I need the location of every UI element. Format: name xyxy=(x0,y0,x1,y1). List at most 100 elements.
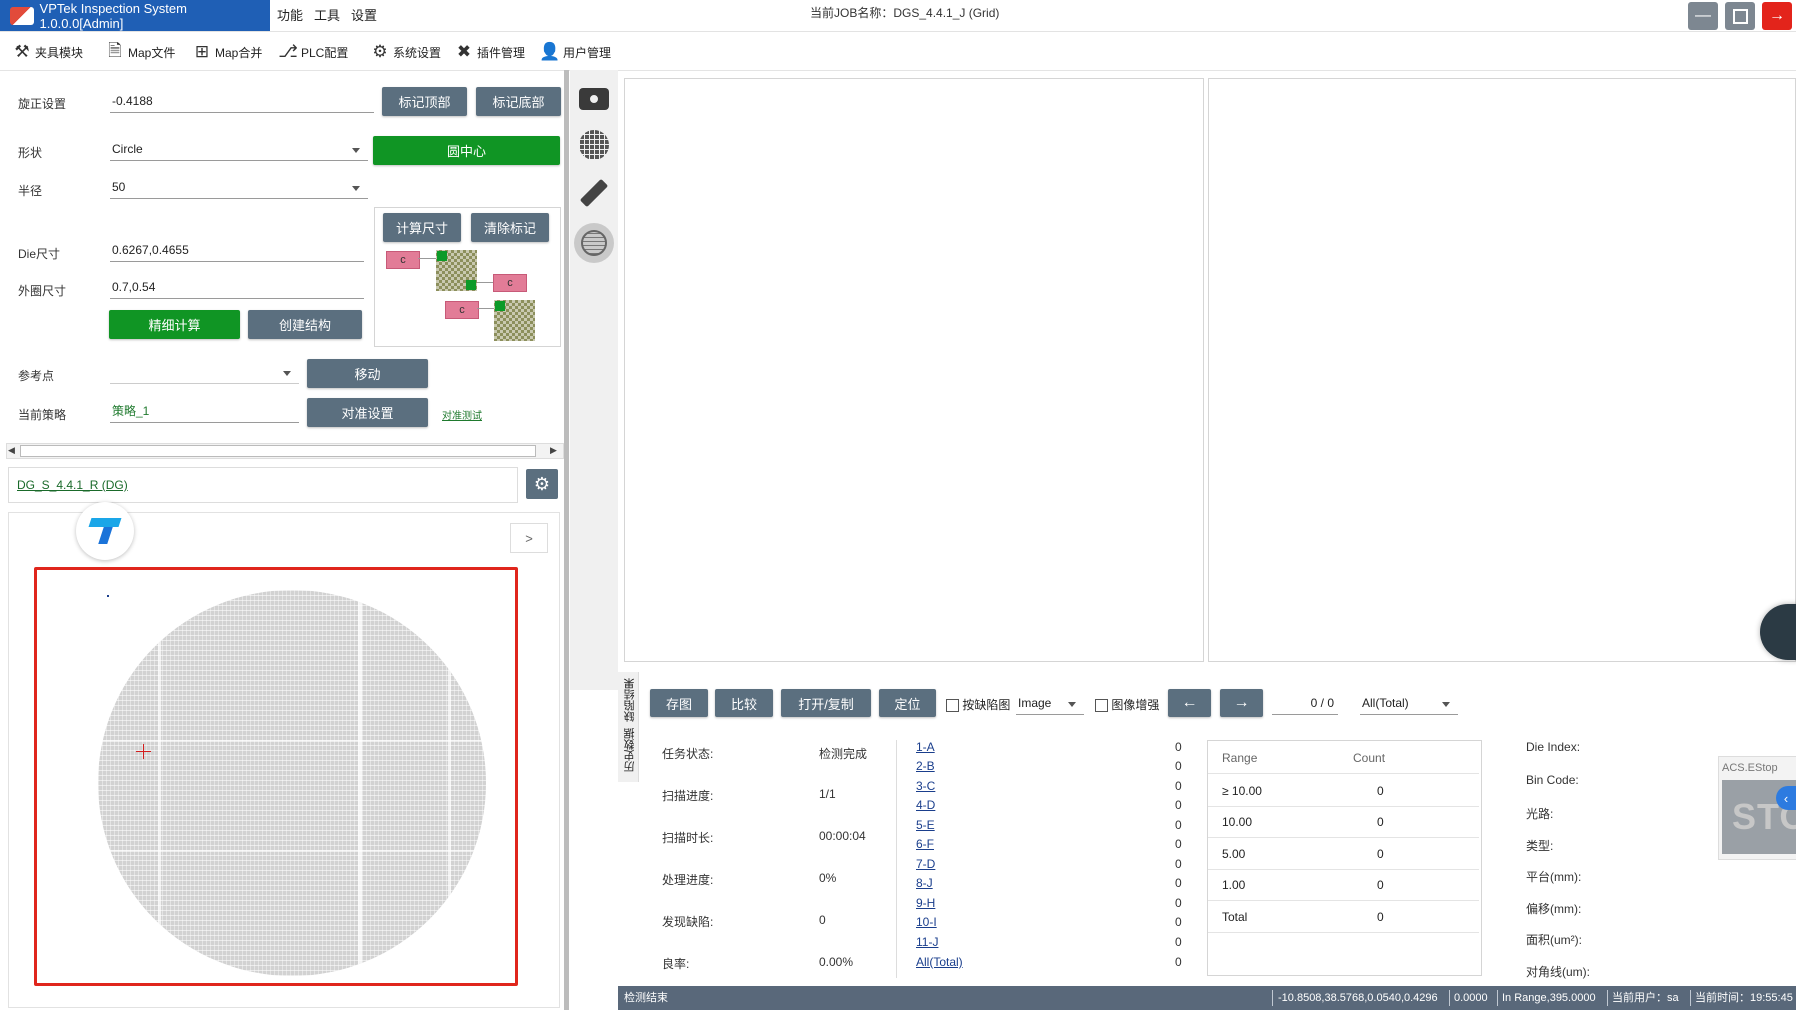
image-select[interactable]: Image xyxy=(1016,692,1084,715)
bin-link[interactable]: 2-B xyxy=(916,759,935,773)
bin-link[interactable]: 9-H xyxy=(916,896,935,910)
tab-defect-results[interactable]: 缺陷结果 xyxy=(622,678,638,722)
table-row[interactable]: Total 0 xyxy=(1208,901,1479,933)
align-settings-button[interactable]: 对准设置 xyxy=(307,398,428,427)
tool-map-file[interactable]: 🗎 Map文件 xyxy=(105,40,175,64)
grid-view-button[interactable] xyxy=(576,127,612,163)
calc-size-button[interactable]: 计算尺寸 xyxy=(383,213,461,242)
float-app-button[interactable] xyxy=(76,502,134,560)
radius-label: 半径 xyxy=(18,184,43,198)
prev-button[interactable]: ← xyxy=(1168,689,1211,717)
checkbox-box[interactable] xyxy=(946,699,959,713)
scrollbar-thumb[interactable] xyxy=(20,445,536,457)
side-toolbar xyxy=(570,70,618,690)
tool-plugins[interactable]: ✖ 插件管理 xyxy=(454,40,525,64)
bin-link[interactable]: 8-J xyxy=(916,876,933,890)
move-button[interactable]: 移动 xyxy=(307,359,428,388)
outer-size-input[interactable]: 0.7,0.54 xyxy=(110,276,364,299)
next-button[interactable]: → xyxy=(1220,689,1263,717)
bin-link[interactable]: All(Total) xyxy=(916,955,963,969)
measure-button[interactable] xyxy=(576,175,612,211)
ref-point-select[interactable] xyxy=(110,361,299,384)
collapse-button[interactable]: ‹ xyxy=(1776,786,1796,810)
bin-link[interactable]: 3-C xyxy=(916,779,935,793)
count-cell: 0 xyxy=(1377,877,1384,892)
scroll-right-icon[interactable]: ▶ xyxy=(550,445,557,456)
bin-count: 0 xyxy=(1175,798,1182,812)
close-button[interactable]: → xyxy=(1762,2,1792,30)
map-file-link[interactable]: DG_S_4.4.1_R (DG) xyxy=(17,478,128,492)
bin-link[interactable]: 7-D xyxy=(916,857,935,871)
wafer-map-tool-button[interactable] xyxy=(574,223,614,263)
tool-label: 插件管理 xyxy=(477,45,526,60)
circle-center-button[interactable]: 圆中心 xyxy=(373,136,560,165)
ref-point-label: 参考点 xyxy=(18,369,55,383)
save-image-button[interactable]: 存图 xyxy=(650,689,708,717)
table-row[interactable]: 10.00 0 xyxy=(1208,806,1479,838)
fine-calc-button[interactable]: 精细计算 xyxy=(109,310,240,339)
merge-icon: ⊞ xyxy=(194,42,210,61)
table-row[interactable]: 1.00 0 xyxy=(1208,869,1479,901)
locate-button[interactable]: 定位 xyxy=(879,689,936,717)
table-row[interactable]: ≥ 10.00 0 xyxy=(1208,775,1479,807)
compare-button[interactable]: 比较 xyxy=(715,689,773,717)
menu-tools[interactable]: 工具 xyxy=(314,0,340,31)
by-defect-checkbox[interactable]: 按缺陷图 xyxy=(946,696,1010,713)
shape-select[interactable]: Circle xyxy=(110,138,368,161)
range-cell: 1.00 xyxy=(1222,877,1246,892)
tool-fixture[interactable]: ⚒ 夹具模块 xyxy=(12,40,83,64)
strategy-input[interactable]: 策略_1 xyxy=(110,400,299,423)
diagonal-label: 对角线(um): xyxy=(1526,965,1590,979)
status-value: 0 xyxy=(819,913,826,927)
tool-plc[interactable]: ⎇ PLC配置 xyxy=(278,40,348,64)
tool-users[interactable]: 👤 用户管理 xyxy=(539,40,611,64)
status-label: 处理进度: xyxy=(662,873,714,887)
minimize-button[interactable]: — xyxy=(1688,2,1718,30)
map-expand-button[interactable]: > xyxy=(510,523,548,553)
status-value: 0% xyxy=(819,871,837,885)
bin-link[interactable]: 6-F xyxy=(916,837,934,851)
bin-link[interactable]: 5-E xyxy=(916,818,935,832)
menu-settings[interactable]: 设置 xyxy=(351,0,377,31)
mark-bottom-button[interactable]: 标记底部 xyxy=(476,87,561,116)
clear-marks-button[interactable]: 清除标记 xyxy=(471,213,549,242)
checkbox-box[interactable] xyxy=(1095,699,1108,713)
open-copy-button[interactable]: 打开/复制 xyxy=(781,689,871,717)
camera-icon xyxy=(579,88,609,110)
bin-link[interactable]: 4-D xyxy=(916,798,935,812)
wafer-street xyxy=(448,590,451,976)
create-struct-button[interactable]: 创建结构 xyxy=(248,310,362,339)
rotation-input[interactable]: -0.4188 xyxy=(110,90,374,113)
bin-count: 0 xyxy=(1175,759,1182,773)
bin-link[interactable]: 11-J xyxy=(916,935,938,949)
wafer-map[interactable] xyxy=(98,590,486,976)
area-label: 面积(um²): xyxy=(1526,933,1582,947)
table-row[interactable]: 5.00 0 xyxy=(1208,838,1479,870)
tool-map-merge[interactable]: ⊞ Map合并 xyxy=(192,40,262,64)
tool-system-settings[interactable]: ⚙ 系统设置 xyxy=(370,40,441,64)
align-test-link[interactable]: 对准测试 xyxy=(442,407,482,422)
status-label: 扫描进度: xyxy=(662,789,714,803)
scroll-left-icon[interactable]: ◀ xyxy=(8,445,15,456)
status-value: 检测完成 xyxy=(819,747,868,761)
capture-button[interactable] xyxy=(576,81,612,117)
menu-function[interactable]: 功能 xyxy=(277,0,303,31)
filter-select[interactable]: All(Total) xyxy=(1360,692,1458,715)
count-cell: 0 xyxy=(1377,909,1384,924)
bin-link[interactable]: 1-A xyxy=(916,740,935,754)
image-pane-right[interactable] xyxy=(1208,78,1796,662)
panel-splitter[interactable] xyxy=(564,70,569,1010)
refresh-map-button[interactable]: ⚙ xyxy=(526,469,558,499)
die-size-input[interactable]: 0.6267,0.4655 xyxy=(110,239,364,262)
image-pane-left[interactable] xyxy=(624,78,1204,662)
maximize-button[interactable] xyxy=(1725,2,1755,30)
light-path-label: 光路: xyxy=(1526,807,1554,821)
enhance-checkbox[interactable]: 图像增强 xyxy=(1095,696,1159,713)
radius-select[interactable]: 50 xyxy=(110,176,368,199)
app-title-text: VPTek Inspection System 1.0.0.0[Admin] xyxy=(39,0,187,31)
tab-history[interactable]: 历史数据 xyxy=(622,728,638,772)
toolbar xyxy=(0,32,1796,71)
mark-top-button[interactable]: 标记顶部 xyxy=(382,87,467,116)
mark-chip: c xyxy=(493,274,527,292)
bin-link[interactable]: 10-I xyxy=(916,915,937,929)
